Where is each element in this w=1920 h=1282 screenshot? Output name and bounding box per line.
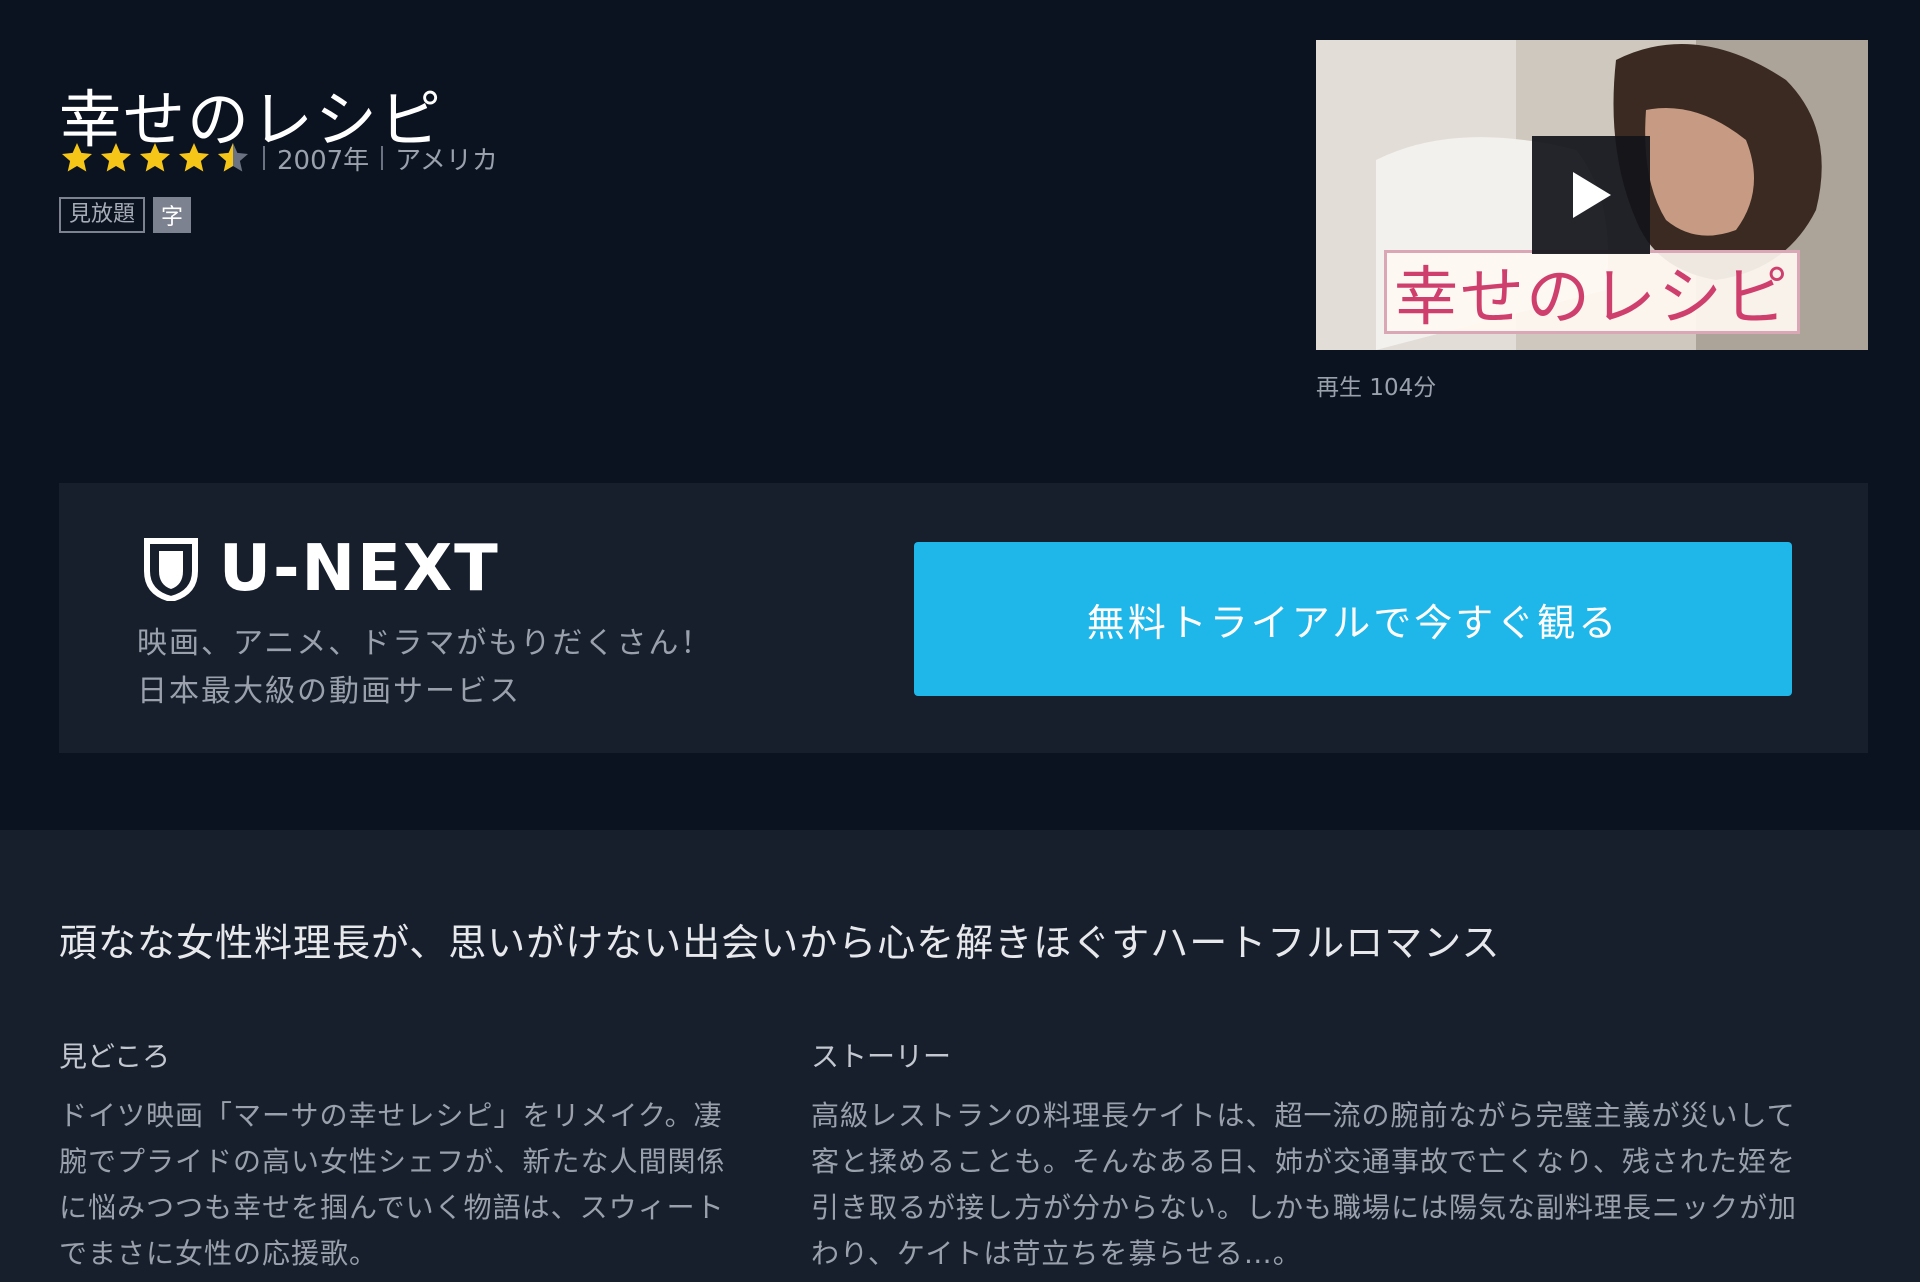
text-line: 高級レストランの料理長ケイトは、超一流の腕前ながら完璧主義が災いして bbox=[811, 1099, 1796, 1132]
half-star-icon bbox=[218, 143, 248, 172]
star-icon bbox=[62, 143, 92, 172]
promo-subtagline: 日本最大級の動画サービス bbox=[137, 674, 521, 709]
duration: 104分 bbox=[1369, 375, 1437, 401]
promo-banner: U-NEXT 映画、アニメ、ドラマがもりだくさん！ 日本最大級の動画サービス 無… bbox=[59, 483, 1868, 753]
playback-info: 再生 104分 bbox=[1316, 368, 1436, 402]
shield-logo-icon bbox=[144, 538, 198, 601]
catchphrase: 頑なな女性料理長が、思いがけない出会いから心を解きほぐすハートフルロマンス bbox=[59, 921, 1501, 965]
text-line: 引き取るが接し方が分からない。しかも職場には陽気な副料理長ニックが加 bbox=[811, 1191, 1798, 1224]
text-line: ドイツ映画「マーサの幸せレシピ」をリメイク。凄 bbox=[59, 1099, 723, 1132]
story-text: 高級レストランの料理長ケイトは、超一流の腕前ながら完璧主義が災いして 客と揉める… bbox=[811, 1093, 1871, 1277]
brand-name: U-NEXT bbox=[219, 532, 500, 606]
play-label: 再生 bbox=[1316, 375, 1362, 401]
title-header: 幸せのレシピ 2007年 アメリカ 見放題 字 幸せのレシピ 再生 104分 U… bbox=[0, 0, 1920, 830]
star-icon bbox=[179, 143, 209, 172]
text-line: に悩みつつも幸せを掴んでいく物語は、スウィート bbox=[59, 1191, 725, 1224]
text-line: わり、ケイトは苛立ちを募らせる…。 bbox=[811, 1237, 1302, 1270]
text-line: 客と揉めることも。そんなある日、姉が交通事故で亡くなり、残された姪を bbox=[811, 1145, 1796, 1178]
promo-tagline: 映画、アニメ、ドラマがもりだくさん！ bbox=[137, 626, 713, 661]
release-year: 2007年 bbox=[277, 145, 370, 176]
subtitle-badge: 字 bbox=[153, 197, 192, 233]
thumbnail-title: 幸せのレシピ bbox=[1384, 250, 1800, 335]
star-icon bbox=[140, 143, 170, 172]
divider bbox=[263, 146, 265, 170]
badge-row: 見放題 字 bbox=[59, 197, 192, 233]
brand-logo: U-NEXT bbox=[143, 533, 500, 605]
unlimited-badge: 見放題 bbox=[59, 197, 146, 233]
text-line: 腕でプライドの高い女性シェフが、新たな人間関係 bbox=[59, 1145, 726, 1178]
play-icon bbox=[1573, 172, 1611, 218]
star-rating bbox=[59, 140, 251, 176]
star-icon bbox=[101, 143, 131, 172]
play-button[interactable] bbox=[1532, 136, 1650, 254]
highlights-heading: 見どころ bbox=[59, 1040, 171, 1073]
story-heading: ストーリー bbox=[811, 1040, 952, 1073]
description-section: 頑なな女性料理長が、思いがけない出会いから心を解きほぐすハートフルロマンス 見ど… bbox=[0, 830, 1920, 1282]
video-thumbnail[interactable]: 幸せのレシピ bbox=[1316, 40, 1868, 350]
country: アメリカ bbox=[395, 145, 498, 176]
text-line: でまさに女性の応援歌。 bbox=[59, 1237, 379, 1270]
meta-row: 2007年 アメリカ bbox=[59, 138, 498, 178]
free-trial-button[interactable]: 無料トライアルで今すぐ観る bbox=[914, 542, 1792, 696]
highlights-text: ドイツ映画「マーサの幸せレシピ」をリメイク。凄 腕でプライドの高い女性シェフが、… bbox=[59, 1093, 775, 1277]
divider bbox=[381, 146, 384, 170]
